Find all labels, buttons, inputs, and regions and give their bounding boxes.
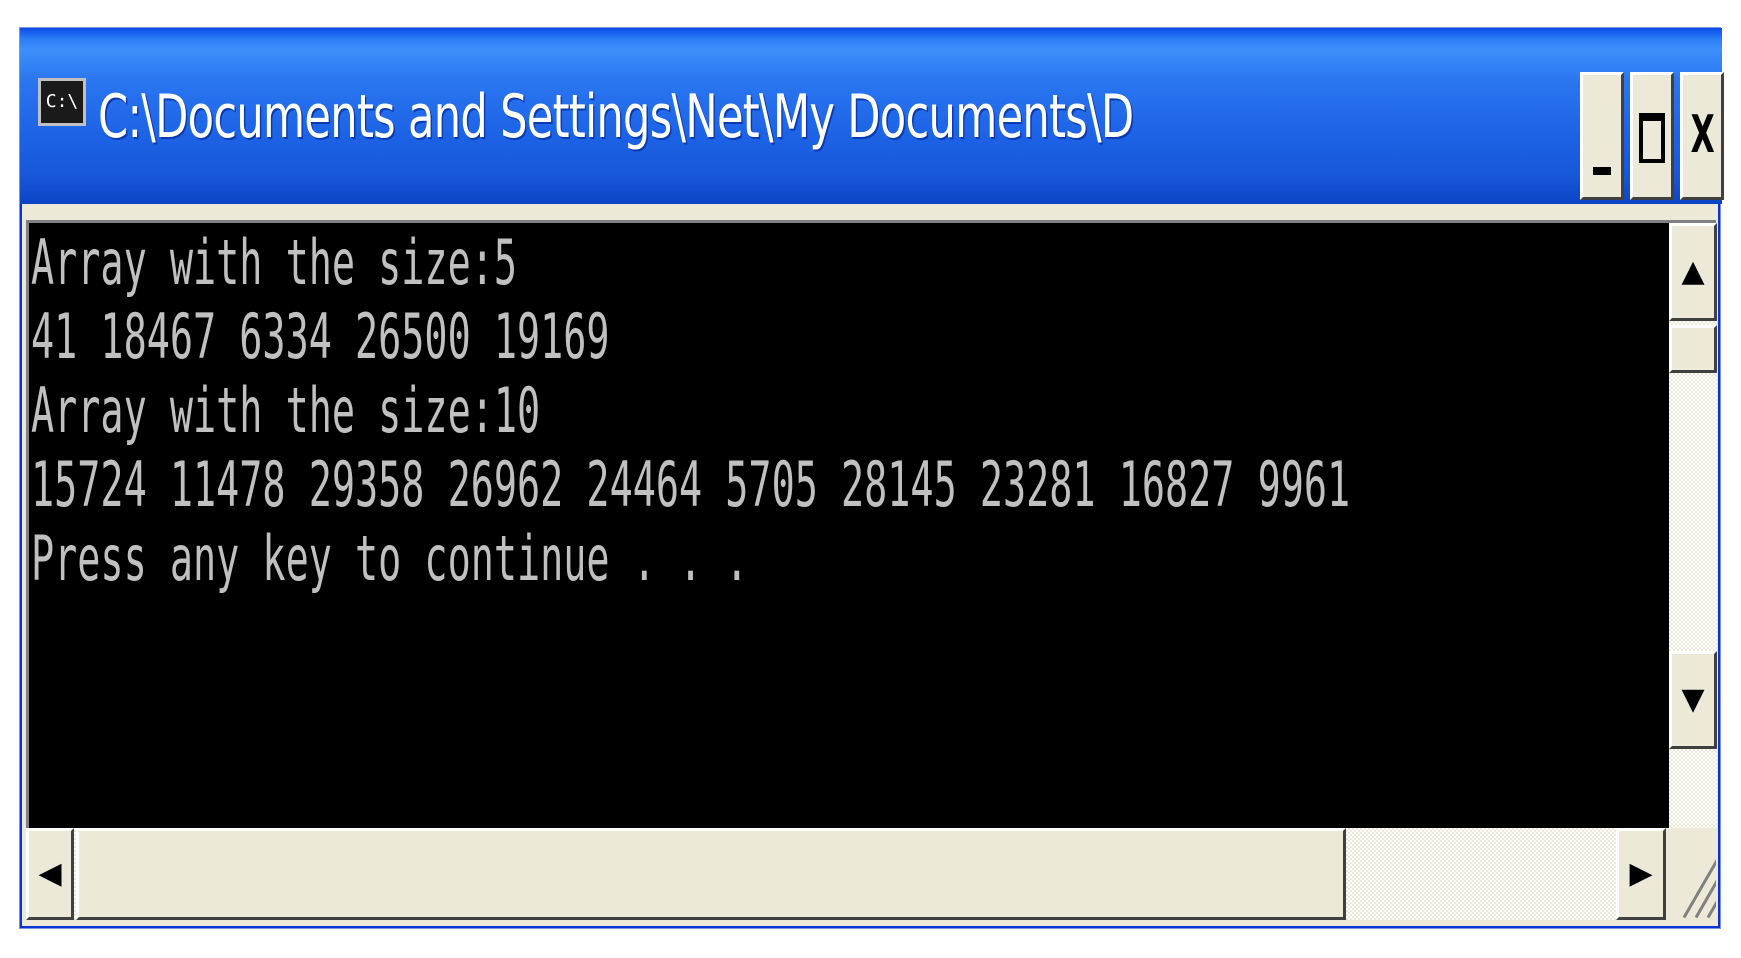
close-icon: X — [1690, 105, 1715, 165]
horizontal-scroll-thumb[interactable] — [76, 828, 1346, 920]
app-icon-label: C:\ — [45, 91, 79, 112]
maximize-icon — [1639, 113, 1665, 163]
console-window: C:\ C:\Documents and Settings\Net\My Doc… — [20, 28, 1724, 928]
scroll-up-button[interactable]: ▲ — [1669, 223, 1717, 321]
scroll-left-button[interactable]: ◀ — [26, 828, 74, 920]
console-line: Array with the size:10 — [31, 374, 541, 447]
minimize-button[interactable] — [1580, 72, 1624, 200]
arrow-left-icon: ◀ — [38, 856, 62, 891]
console-line: 15724 11478 29358 26962 24464 5705 28145… — [31, 448, 1351, 521]
console-app-icon[interactable]: C:\ — [38, 78, 86, 126]
title-bar[interactable]: C:\ C:\Documents and Settings\Net\My Doc… — [20, 28, 1724, 204]
arrow-right-icon: ▶ — [1629, 856, 1653, 891]
scroll-down-button[interactable]: ▼ — [1669, 651, 1717, 749]
console-output[interactable]: Array with the size:5 41 18467 6334 2650… — [29, 223, 1669, 828]
scroll-right-button[interactable]: ▶ — [1616, 828, 1666, 920]
console-area: Array with the size:5 41 18467 6334 2650… — [26, 220, 1717, 828]
console-line: Press any key to continue . . . — [31, 522, 749, 595]
maximize-button[interactable] — [1630, 72, 1674, 200]
vertical-scroll-thumb[interactable] — [1669, 325, 1717, 373]
arrow-down-icon: ▼ — [1681, 682, 1705, 717]
arrow-up-icon: ▲ — [1681, 254, 1705, 289]
minimize-icon — [1593, 167, 1611, 175]
close-button[interactable]: X — [1680, 72, 1724, 200]
vertical-scrollbar[interactable]: ▲ ▼ — [1669, 223, 1717, 828]
console-line: Array with the size:5 — [31, 226, 518, 299]
horizontal-scrollbar[interactable]: ◀ ▶ — [26, 828, 1666, 920]
window-title: C:\Documents and Settings\Net\My Documen… — [98, 82, 1135, 152]
resize-grip-icon[interactable] — [1666, 828, 1716, 920]
console-line: 41 18467 6334 26500 19169 — [31, 300, 610, 373]
